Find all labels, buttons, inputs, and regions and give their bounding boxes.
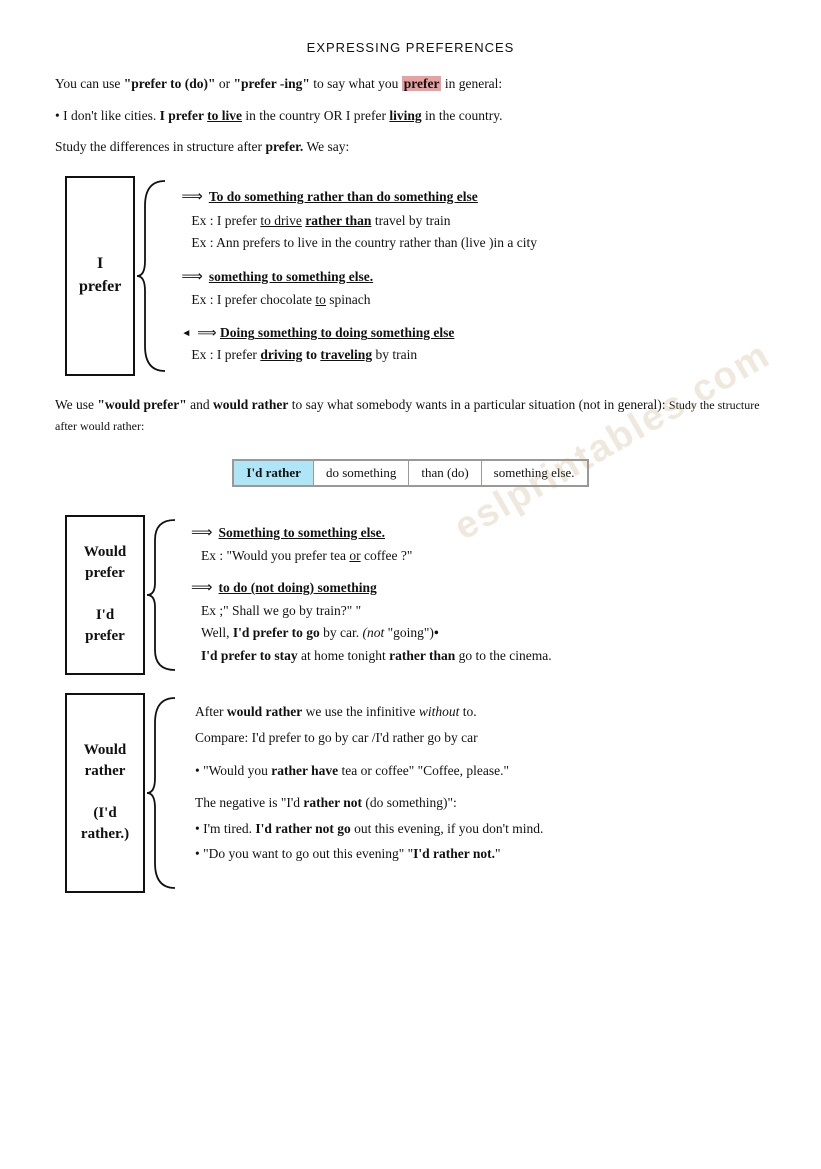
rule2: ⟹ something to something else. Ex : I pr…	[181, 266, 537, 311]
would-rather-box: Wouldrather(I'drather.)	[65, 693, 145, 893]
rather-table: I'd rather do something than (do) someth…	[232, 459, 588, 487]
rather-cell4: something else.	[481, 460, 587, 485]
wr-neg2: • "Do you want to go out this evening" "…	[195, 843, 766, 865]
bullet-line: • I don't like cities. I prefer to live …	[55, 105, 766, 127]
intro-bold2: "prefer -ing"	[233, 76, 309, 91]
wr-neg1: • I'm tired. I'd rather not go out this …	[195, 818, 766, 840]
rather-cell3: than (do)	[409, 460, 481, 485]
wp-rule2: ⟹ to do (not doing) something Ex ;" Shal…	[191, 577, 552, 666]
intro-bold1: "prefer to (do)"	[124, 76, 216, 91]
intro-post: to say what you	[310, 76, 402, 91]
would-prefer-box: WouldpreferI'dprefer	[65, 515, 145, 675]
wr-line2: Compare: I'd prefer to go by car /I'd ra…	[195, 727, 766, 749]
curly-brace-icon	[135, 176, 173, 376]
wr-line1: After would rather we use the infinitive…	[195, 701, 766, 723]
page-title: EXPRESSING PREFERENCES	[55, 40, 766, 55]
wp-rule1: ⟹ Something to something else. Ex : "Wou…	[191, 522, 552, 567]
intro-mid: or	[215, 76, 233, 91]
rather-cell2: do something	[313, 460, 408, 485]
would-section-intro: We use "would prefer" and would rather t…	[55, 394, 766, 437]
study-line: Study the differences in structure after…	[55, 136, 766, 158]
would-rather-brace-icon	[145, 693, 183, 893]
would-prefer-brace-icon	[145, 515, 183, 675]
i-prefer-section: Iprefer ⟹ To do something rather than do…	[65, 176, 766, 376]
would-prefer-section: WouldpreferI'dprefer ⟹ Something to some…	[65, 515, 766, 675]
rule1: ⟹ To do something rather than do somethi…	[181, 186, 537, 253]
intro-pre: You can use	[55, 76, 124, 91]
wr-negative-intro: The negative is "I'd rather not (do some…	[195, 792, 766, 814]
intro-end: in general:	[441, 76, 502, 91]
wr-bullet1: • "Would you rather have tea or coffee" …	[195, 760, 766, 782]
would-rather-section: Wouldrather(I'drather.) After would rath…	[65, 693, 766, 893]
rather-cell1: I'd rather	[234, 460, 314, 485]
intro-line1: You can use "prefer to (do)" or "prefer …	[55, 73, 766, 95]
rule3: ◄ ⟹ Doing something to doing something e…	[181, 323, 537, 366]
prefer-highlight: prefer	[402, 76, 442, 91]
i-prefer-box: Iprefer	[65, 176, 135, 376]
